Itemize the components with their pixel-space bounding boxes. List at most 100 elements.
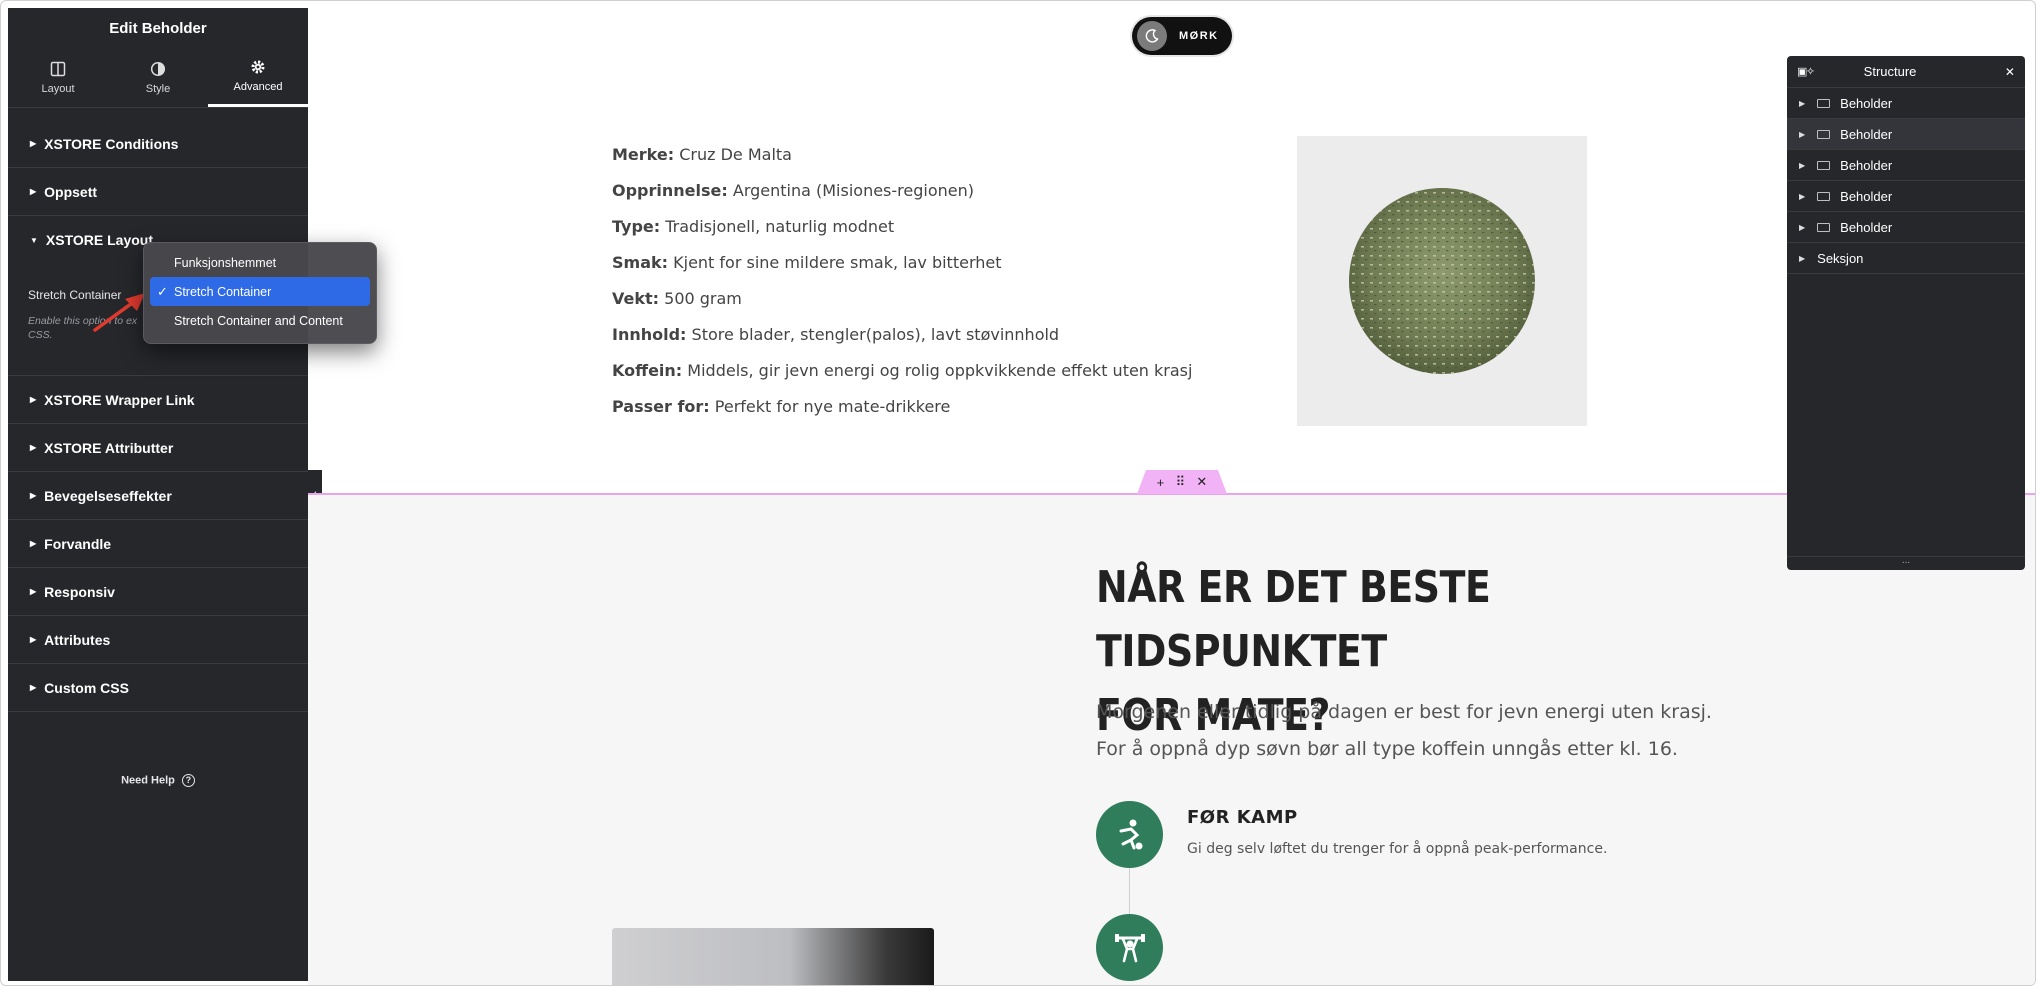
dark-mode-label: MØRK (1179, 30, 1219, 42)
caret-right-icon: ▶ (1799, 129, 1806, 139)
annotation-arrow-icon (93, 293, 145, 332)
magic-icon[interactable]: ✧ (1806, 65, 1815, 78)
drag-handle-icon[interactable]: ⠿ (1176, 474, 1186, 490)
section-lead-text: Morgenen eller tidlig på dagen er best f… (1096, 701, 1712, 760)
stretch-container-dropdown: Funksjonshemmet ✓ Stretch Container Stre… (143, 242, 377, 344)
feature-description: Gi deg selv løftet du trenger for å oppn… (1187, 841, 1608, 857)
option-label: Stretch Container (174, 284, 272, 299)
section-label: Oppsett (44, 183, 98, 200)
container-icon (1817, 98, 1831, 108)
gear-icon (251, 60, 265, 74)
section-label: Forvandle (44, 535, 112, 552)
section-label: Custom CSS (44, 679, 129, 696)
editor-panel: Edit Beholder Layout Style Advanced ▶ XS… (8, 8, 308, 981)
caret-right-icon: ▶ (30, 635, 37, 644)
caret-right-icon: ▶ (1799, 191, 1806, 201)
structure-item[interactable]: ▶ Seksjon (1787, 243, 2025, 274)
spec-row: Innhold: Store blader, stengler(palos), … (612, 325, 1060, 344)
spec-row: Koffein: Middels, gir jevn energi og rol… (612, 361, 1193, 380)
help-icon: ? (181, 774, 195, 787)
option-label: Funksjonshemmet (174, 255, 277, 270)
structure-item[interactable]: ▶ Beholder (1787, 119, 2025, 150)
section-label: XSTORE Conditions (44, 135, 179, 152)
caret-right-icon: ▶ (30, 187, 37, 196)
tab-style[interactable]: Style (108, 48, 208, 107)
container-icon (1817, 191, 1831, 201)
panel-tabs: Layout Style Advanced (8, 48, 308, 108)
spec-row: Merke: Cruz De Malta (612, 145, 792, 164)
product-specs: Merke: Cruz De Malta Opprinnelse: Argent… (612, 141, 1192, 429)
dropdown-option-stretch-container-and-content[interactable]: Stretch Container and Content (150, 306, 370, 335)
container-icon (1817, 222, 1831, 232)
container-icon (1817, 129, 1831, 139)
settings-sections: ▶ XSTORE Conditions ▶ Oppsett ▼ XSTORE L… (8, 108, 308, 712)
dropdown-option-funksjonshemmet[interactable]: Funksjonshemmet (150, 248, 370, 277)
tab-style-label: Style (145, 82, 171, 95)
section-label: Bevegelseseffekter (44, 487, 172, 504)
caret-right-icon: ▶ (30, 395, 37, 404)
checkmark-icon: ✓ (157, 283, 168, 299)
spec-row: Type: Tradisjonell, naturlig modnet (612, 217, 895, 236)
yerba-mate-image (1297, 136, 1587, 426)
tab-layout-label: Layout (41, 82, 75, 95)
need-help-label: Need Help (121, 774, 175, 787)
tab-advanced-label: Advanced (233, 81, 283, 93)
panel-title: Edit Beholder (109, 19, 207, 37)
section-toolbar: + ⠿ ✕ (1137, 470, 1227, 494)
spec-row: Smak: Kjent for sine mildere smak, lav b… (612, 253, 1002, 272)
caret-right-icon: ▶ (1799, 98, 1806, 108)
close-icon[interactable]: ✕ (2005, 65, 2015, 79)
add-icon[interactable]: + (1157, 475, 1165, 490)
option-label: Stretch Container and Content (174, 313, 343, 328)
caret-right-icon: ▶ (30, 539, 37, 548)
caret-right-icon: ▶ (30, 587, 37, 596)
athlete-photo (612, 928, 934, 985)
section-label: Attributes (44, 631, 111, 648)
section-attributter[interactable]: ▶ XSTORE Attributter (8, 424, 308, 472)
section-xstore-conditions[interactable]: ▶ XSTORE Conditions (8, 120, 308, 168)
dark-mode-toggle[interactable]: MØRK (1132, 17, 1232, 55)
caret-down-icon: ▼ (30, 235, 38, 245)
resize-handle[interactable]: ... (1787, 556, 2025, 570)
structure-item[interactable]: ▶ Beholder (1787, 212, 2025, 243)
container-icon (1817, 160, 1831, 170)
structure-item[interactable]: ▶ Beholder (1787, 88, 2025, 119)
structure-item[interactable]: ▶ Beholder (1787, 150, 2025, 181)
section-oppsett[interactable]: ▶ Oppsett (8, 168, 308, 216)
caret-right-icon: ▶ (1799, 160, 1806, 170)
spec-row: Passer for: Perfekt for nye mate-drikker… (612, 397, 951, 416)
app-window: Edit Beholder Layout Style Advanced ▶ XS… (0, 0, 2036, 986)
section-attributes[interactable]: ▶ Attributes (8, 616, 308, 664)
tab-advanced[interactable]: Advanced (208, 48, 308, 107)
caret-right-icon: ▶ (1799, 222, 1806, 232)
spec-row: Vekt: 500 gram (612, 289, 742, 308)
caret-right-icon: ▶ (30, 443, 37, 452)
section-responsiv[interactable]: ▶ Responsiv (8, 568, 308, 616)
section-forvandle[interactable]: ▶ Forvandle (8, 520, 308, 568)
spec-row: Opprinnelse: Argentina (Misiones-regione… (612, 181, 974, 200)
structure-header: ▣ ✧ Structure ✕ (1787, 56, 2025, 88)
section-bevegelseseffekter[interactable]: ▶ Bevegelseseffekter (8, 472, 308, 520)
caret-right-icon: ▶ (30, 683, 37, 692)
feature-title: FØR KAMP (1187, 807, 1298, 828)
caret-right-icon: ▶ (1799, 253, 1806, 263)
caret-right-icon: ▶ (30, 139, 37, 148)
layout-icon (50, 61, 66, 76)
weightlifter-icon (1096, 914, 1163, 981)
section-wrapper-link[interactable]: ▶ XSTORE Wrapper Link (8, 376, 308, 424)
structure-title: Structure (1863, 64, 1917, 79)
structure-panel: ▣ ✧ Structure ✕ ▶ Beholder ▶ Beholder ▶ Beh… (1787, 56, 2025, 570)
structure-item[interactable]: ▶ Beholder (1787, 181, 2025, 212)
soccer-player-icon (1096, 801, 1163, 868)
section-label: Responsiv (44, 583, 115, 600)
feature-connector (1129, 868, 1130, 914)
caret-right-icon: ▶ (30, 491, 37, 500)
contrast-icon (150, 61, 166, 76)
moon-icon (1137, 21, 1167, 51)
close-icon[interactable]: ✕ (1196, 474, 1207, 490)
section-label: XSTORE Layout (45, 232, 154, 248)
tab-layout[interactable]: Layout (8, 48, 108, 107)
dropdown-option-stretch-container[interactable]: ✓ Stretch Container (150, 277, 370, 306)
section-custom-css[interactable]: ▶ Custom CSS (8, 664, 308, 712)
need-help-link[interactable]: Need Help ? (8, 774, 308, 787)
